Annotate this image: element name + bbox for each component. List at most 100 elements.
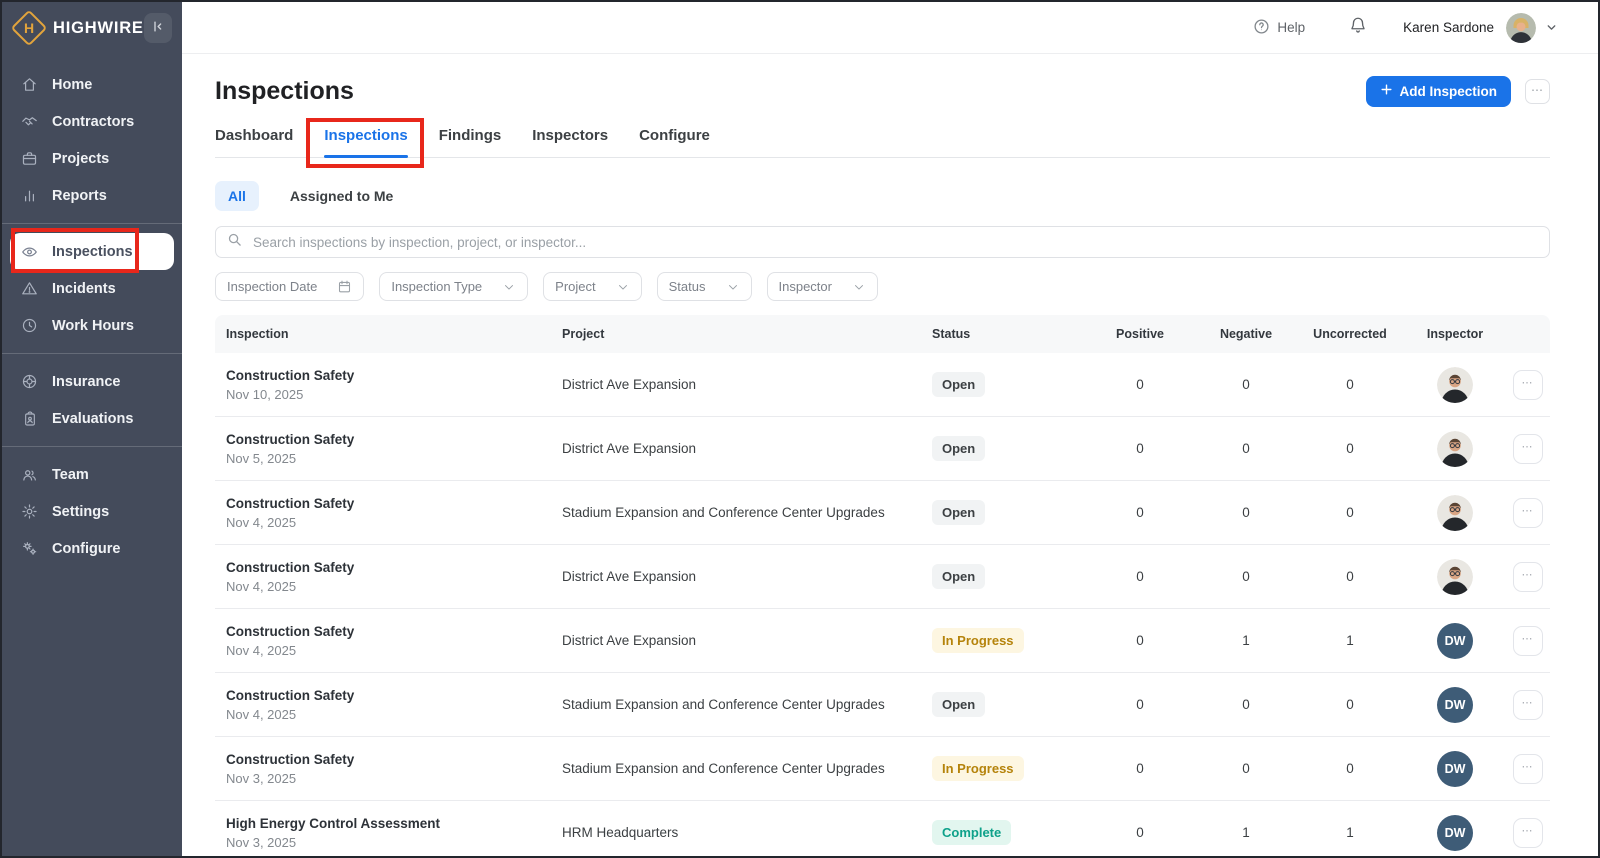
sidebar-item-evaluations[interactable]: Evaluations	[2, 400, 182, 437]
warning-triangle-icon	[21, 280, 38, 297]
row-actions-button[interactable]: ⋯	[1513, 434, 1543, 464]
sidebar-item-team[interactable]: Team	[2, 456, 182, 493]
filter-chips: Inspection Date Inspection Type Project Sta…	[215, 272, 1550, 301]
filter-label: Status	[669, 279, 706, 294]
inspector-avatar[interactable]: DW	[1437, 623, 1473, 659]
sidebar-item-label: Settings	[52, 504, 109, 520]
sidebar-item-incidents[interactable]: Incidents	[2, 270, 182, 307]
tab-configure[interactable]: Configure	[639, 121, 710, 157]
help-label: Help	[1277, 20, 1305, 35]
inspector-avatar[interactable]: DW	[1437, 687, 1473, 723]
filter-inspector[interactable]: Inspector	[767, 272, 878, 301]
sidebar-divider	[2, 446, 182, 447]
uncorrected-count: 0	[1346, 697, 1354, 712]
table-row[interactable]: Construction SafetyNov 4, 2025District A…	[215, 609, 1550, 673]
ellipsis-icon: ⋯	[1522, 504, 1534, 517]
help-button[interactable]: Help	[1253, 18, 1305, 38]
row-actions-button[interactable]: ⋯	[1513, 818, 1543, 848]
positive-count: 0	[1136, 697, 1144, 712]
positive-count: 0	[1136, 825, 1144, 840]
tab-label: Findings	[439, 127, 502, 144]
sidebar-item-contractors[interactable]: Contractors	[2, 103, 182, 140]
inspection-name: Construction Safety	[226, 560, 551, 575]
uncorrected-count: 0	[1346, 569, 1354, 584]
table-body: Construction SafetyNov 10, 2025District …	[215, 353, 1550, 858]
inspector-avatar[interactable]	[1437, 495, 1473, 531]
inspection-name: Construction Safety	[226, 432, 551, 447]
row-actions-button[interactable]: ⋯	[1513, 690, 1543, 720]
negative-count: 0	[1242, 505, 1250, 520]
table-row[interactable]: Construction SafetyNov 3, 2025Stadium Ex…	[215, 737, 1550, 801]
tab-inspections[interactable]: Inspections	[324, 121, 407, 157]
table-row[interactable]: High Energy Control AssessmentNov 3, 202…	[215, 801, 1550, 858]
table-row[interactable]: Construction SafetyNov 10, 2025District …	[215, 353, 1550, 417]
filter-label: Inspection Type	[391, 279, 482, 294]
sidebar-item-home[interactable]: Home	[2, 66, 182, 103]
add-inspection-button[interactable]: Add Inspection	[1366, 76, 1512, 107]
eye-icon	[21, 243, 38, 260]
table-row[interactable]: Construction SafetyNov 4, 2025Stadium Ex…	[215, 481, 1550, 545]
search-icon	[227, 232, 242, 252]
page-more-actions-button[interactable]: ⋯	[1525, 79, 1550, 104]
row-actions-button[interactable]: ⋯	[1513, 498, 1543, 528]
table-row[interactable]: Construction SafetyNov 4, 2025Stadium Ex…	[215, 673, 1550, 737]
ellipsis-icon: ⋯	[1522, 824, 1534, 837]
filter-pill-all[interactable]: All	[215, 181, 259, 211]
home-icon	[21, 76, 38, 93]
collapse-sidebar-button[interactable]	[144, 13, 172, 43]
row-actions-button[interactable]: ⋯	[1513, 754, 1543, 784]
sidebar-item-settings[interactable]: Settings	[2, 493, 182, 530]
row-actions-button[interactable]: ⋯	[1513, 562, 1543, 592]
status-badge: Open	[932, 692, 985, 717]
inspection-name: Construction Safety	[226, 752, 551, 767]
filter-inspection-date[interactable]: Inspection Date	[215, 272, 364, 301]
content: Inspections Add Inspection ⋯ Dashboard In…	[182, 54, 1598, 856]
user-menu[interactable]: Karen Sardone	[1403, 13, 1558, 43]
inspection-name: Construction Safety	[226, 688, 551, 703]
positive-count: 0	[1136, 505, 1144, 520]
sidebar-item-configure[interactable]: Configure	[2, 530, 182, 567]
ellipsis-icon: ⋯	[1531, 83, 1544, 97]
chevron-down-icon	[852, 280, 866, 294]
sidebar-item-projects[interactable]: Projects	[2, 140, 182, 177]
tab-inspectors[interactable]: Inspectors	[532, 121, 608, 157]
sidebar-item-label: Inspections	[52, 244, 133, 260]
row-actions-button[interactable]: ⋯	[1513, 626, 1543, 656]
row-actions-button[interactable]: ⋯	[1513, 370, 1543, 400]
inspection-date: Nov 10, 2025	[226, 387, 551, 402]
chevron-down-icon	[616, 280, 630, 294]
search-input[interactable]	[251, 234, 1538, 251]
inspector-avatar[interactable]: DW	[1437, 815, 1473, 851]
filter-inspection-type[interactable]: Inspection Type	[379, 272, 528, 301]
inspection-date: Nov 4, 2025	[226, 707, 551, 722]
ellipsis-icon: ⋯	[1522, 376, 1534, 389]
clock-icon	[21, 317, 38, 334]
uncorrected-count: 0	[1346, 761, 1354, 776]
sidebar-item-work-hours[interactable]: Work Hours	[2, 307, 182, 344]
sidebar-item-insurance[interactable]: Insurance	[2, 363, 182, 400]
uncorrected-count: 0	[1346, 441, 1354, 456]
inspector-avatar[interactable]	[1437, 367, 1473, 403]
sidebar-nav: HomeContractors Projects Reports Inspection…	[2, 54, 182, 567]
page-title: Inspections	[215, 77, 354, 106]
sidebar-item-label: Reports	[52, 188, 107, 204]
filter-project[interactable]: Project	[543, 272, 641, 301]
inspector-avatar[interactable]: DW	[1437, 751, 1473, 787]
inspection-date: Nov 4, 2025	[226, 515, 551, 530]
inspector-avatar[interactable]	[1437, 431, 1473, 467]
table-row[interactable]: Construction SafetyNov 4, 2025District A…	[215, 545, 1550, 609]
uncorrected-count: 0	[1346, 377, 1354, 392]
table-row[interactable]: Construction SafetyNov 5, 2025District A…	[215, 417, 1550, 481]
sidebar-item-inspections[interactable]: Inspections	[10, 233, 174, 270]
sidebar-item-label: Work Hours	[52, 318, 134, 334]
tab-findings[interactable]: Findings	[439, 121, 502, 157]
notifications-button[interactable]	[1349, 16, 1367, 39]
sidebar-item-label: Projects	[52, 151, 109, 167]
tab-dashboard[interactable]: Dashboard	[215, 121, 293, 157]
negative-count: 0	[1242, 697, 1250, 712]
column-header-inspector: Inspector	[1402, 327, 1508, 341]
filter-status[interactable]: Status	[657, 272, 752, 301]
sidebar-item-reports[interactable]: Reports	[2, 177, 182, 214]
filter-pill-assigned-to-me[interactable]: Assigned to Me	[277, 181, 406, 211]
inspector-avatar[interactable]	[1437, 559, 1473, 595]
